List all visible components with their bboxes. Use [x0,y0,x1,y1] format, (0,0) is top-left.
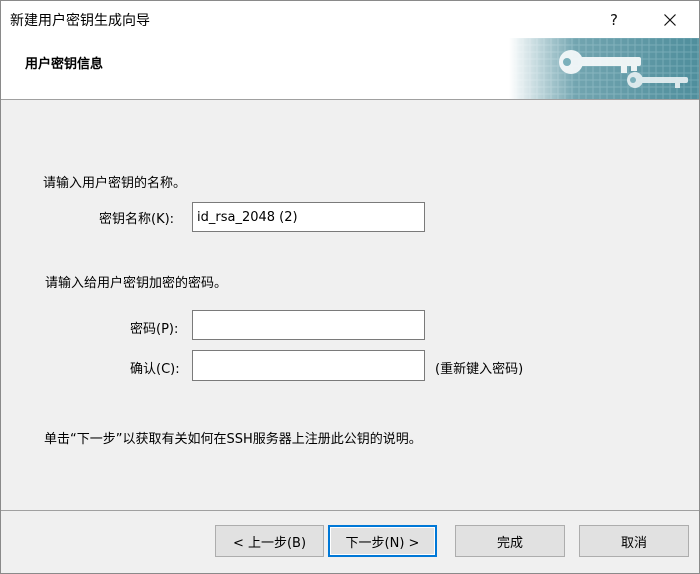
password-label: 密码(P): [130,322,179,337]
password-prompt: 请输入给用户密钥加密的密码。 [45,276,228,291]
password-input[interactable] [192,310,425,340]
confirm-password-input[interactable] [192,350,425,381]
next-button[interactable]: 下一步(N) > [328,525,437,557]
finish-button[interactable]: 完成 [455,525,565,557]
title-bar: 新建用户密钥生成向导 ? [1,1,699,38]
key-name-input[interactable] [192,202,425,232]
window-title: 新建用户密钥生成向导 [10,13,150,29]
close-button[interactable] [647,1,693,38]
help-icon: ? [610,10,618,29]
confirm-hint: (重新键入密码) [435,362,524,377]
wizard-window: 新建用户密钥生成向导 ? 用户密钥信息 请输入用户密钥的名称。 密钥名称(K):… [0,0,700,574]
key-name-prompt: 请输入用户密钥的名称。 [43,176,187,191]
info-text: 单击“下一步”以获取有关如何在SSH服务器上注册此公钥的说明。 [44,432,422,447]
key-icon [509,38,699,99]
close-icon [664,13,676,26]
page-title: 用户密钥信息 [25,57,104,72]
back-button[interactable]: < 上一步(B) [215,525,324,557]
key-name-label: 密钥名称(K): [99,212,175,227]
wizard-header: 用户密钥信息 [1,38,699,100]
help-button[interactable]: ? [591,1,637,38]
footer-divider [1,510,699,511]
cancel-button[interactable]: 取消 [579,525,689,557]
confirm-label: 确认(C): [130,362,180,377]
